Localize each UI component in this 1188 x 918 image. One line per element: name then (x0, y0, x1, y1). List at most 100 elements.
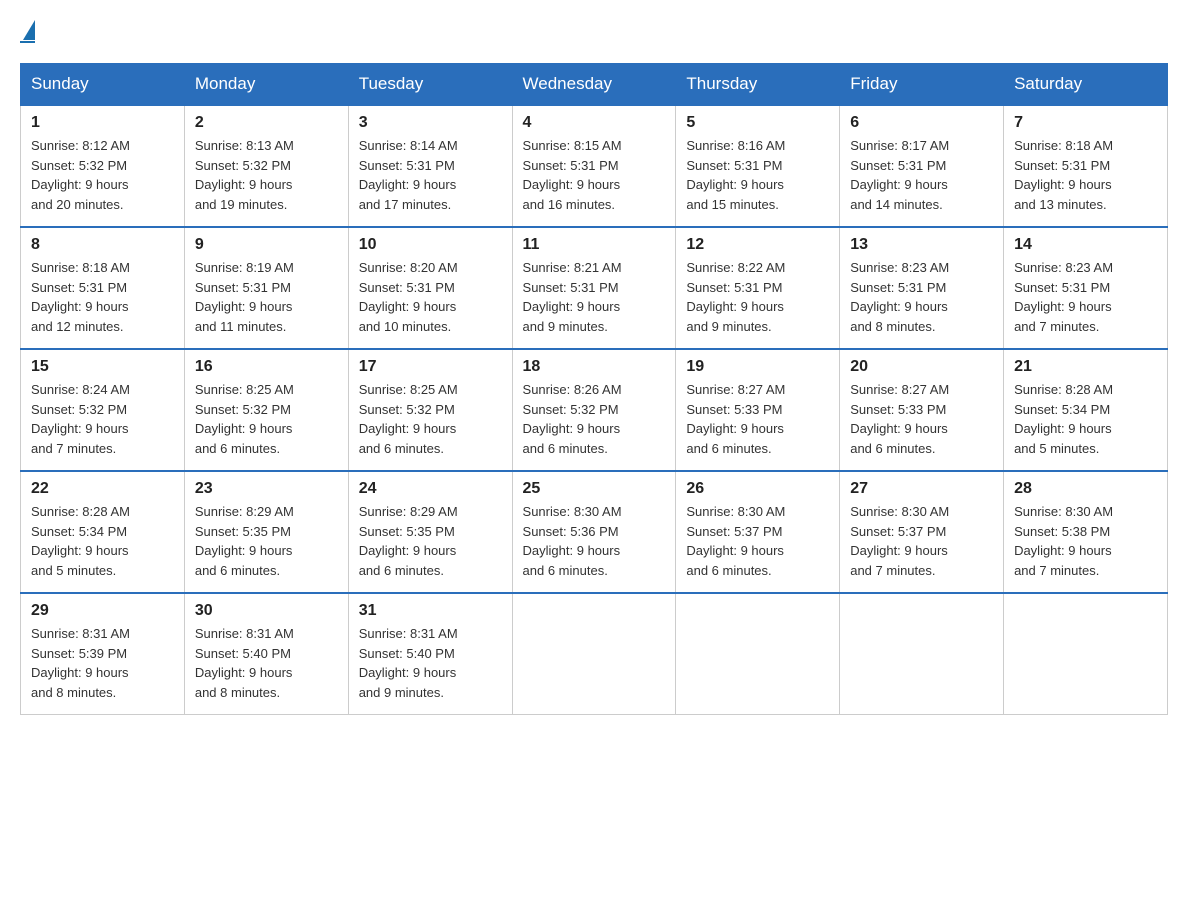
calendar-cell: 3 Sunrise: 8:14 AMSunset: 5:31 PMDayligh… (348, 105, 512, 227)
day-number: 9 (195, 236, 338, 254)
day-number: 28 (1014, 480, 1157, 498)
day-info: Sunrise: 8:26 AMSunset: 5:32 PMDaylight:… (523, 382, 622, 456)
logo-arrow-icon (23, 20, 35, 40)
calendar-cell: 16 Sunrise: 8:25 AMSunset: 5:32 PMDaylig… (184, 349, 348, 471)
day-info: Sunrise: 8:18 AMSunset: 5:31 PMDaylight:… (31, 260, 130, 334)
calendar-cell: 19 Sunrise: 8:27 AMSunset: 5:33 PMDaylig… (676, 349, 840, 471)
day-number: 14 (1014, 236, 1157, 254)
calendar-cell: 11 Sunrise: 8:21 AMSunset: 5:31 PMDaylig… (512, 227, 676, 349)
logo (20, 20, 35, 43)
day-info: Sunrise: 8:15 AMSunset: 5:31 PMDaylight:… (523, 138, 622, 212)
day-info: Sunrise: 8:23 AMSunset: 5:31 PMDaylight:… (850, 260, 949, 334)
day-info: Sunrise: 8:16 AMSunset: 5:31 PMDaylight:… (686, 138, 785, 212)
calendar-cell (512, 593, 676, 715)
day-info: Sunrise: 8:28 AMSunset: 5:34 PMDaylight:… (31, 504, 130, 578)
calendar-cell (676, 593, 840, 715)
day-number: 16 (195, 358, 338, 376)
calendar-cell: 25 Sunrise: 8:30 AMSunset: 5:36 PMDaylig… (512, 471, 676, 593)
day-info: Sunrise: 8:22 AMSunset: 5:31 PMDaylight:… (686, 260, 785, 334)
calendar-cell: 26 Sunrise: 8:30 AMSunset: 5:37 PMDaylig… (676, 471, 840, 593)
day-info: Sunrise: 8:17 AMSunset: 5:31 PMDaylight:… (850, 138, 949, 212)
week-row-2: 8 Sunrise: 8:18 AMSunset: 5:31 PMDayligh… (21, 227, 1168, 349)
day-number: 7 (1014, 114, 1157, 132)
day-info: Sunrise: 8:13 AMSunset: 5:32 PMDaylight:… (195, 138, 294, 212)
header (20, 20, 1168, 43)
calendar-table: SundayMondayTuesdayWednesdayThursdayFrid… (20, 63, 1168, 715)
day-number: 25 (523, 480, 666, 498)
weekday-header-friday: Friday (840, 64, 1004, 106)
calendar-cell: 15 Sunrise: 8:24 AMSunset: 5:32 PMDaylig… (21, 349, 185, 471)
day-number: 27 (850, 480, 993, 498)
calendar-cell: 29 Sunrise: 8:31 AMSunset: 5:39 PMDaylig… (21, 593, 185, 715)
calendar-cell: 23 Sunrise: 8:29 AMSunset: 5:35 PMDaylig… (184, 471, 348, 593)
week-row-4: 22 Sunrise: 8:28 AMSunset: 5:34 PMDaylig… (21, 471, 1168, 593)
day-info: Sunrise: 8:12 AMSunset: 5:32 PMDaylight:… (31, 138, 130, 212)
weekday-header-wednesday: Wednesday (512, 64, 676, 106)
day-info: Sunrise: 8:27 AMSunset: 5:33 PMDaylight:… (850, 382, 949, 456)
calendar-cell: 24 Sunrise: 8:29 AMSunset: 5:35 PMDaylig… (348, 471, 512, 593)
calendar-cell: 1 Sunrise: 8:12 AMSunset: 5:32 PMDayligh… (21, 105, 185, 227)
calendar-cell: 12 Sunrise: 8:22 AMSunset: 5:31 PMDaylig… (676, 227, 840, 349)
day-number: 8 (31, 236, 174, 254)
calendar-cell: 9 Sunrise: 8:19 AMSunset: 5:31 PMDayligh… (184, 227, 348, 349)
weekday-header-saturday: Saturday (1004, 64, 1168, 106)
day-number: 24 (359, 480, 502, 498)
calendar-cell: 14 Sunrise: 8:23 AMSunset: 5:31 PMDaylig… (1004, 227, 1168, 349)
day-info: Sunrise: 8:20 AMSunset: 5:31 PMDaylight:… (359, 260, 458, 334)
calendar-cell: 8 Sunrise: 8:18 AMSunset: 5:31 PMDayligh… (21, 227, 185, 349)
day-number: 19 (686, 358, 829, 376)
calendar-cell (1004, 593, 1168, 715)
day-number: 30 (195, 602, 338, 620)
day-info: Sunrise: 8:30 AMSunset: 5:36 PMDaylight:… (523, 504, 622, 578)
day-number: 20 (850, 358, 993, 376)
weekday-header-thursday: Thursday (676, 64, 840, 106)
week-row-3: 15 Sunrise: 8:24 AMSunset: 5:32 PMDaylig… (21, 349, 1168, 471)
day-number: 31 (359, 602, 502, 620)
day-info: Sunrise: 8:19 AMSunset: 5:31 PMDaylight:… (195, 260, 294, 334)
day-number: 10 (359, 236, 502, 254)
day-info: Sunrise: 8:29 AMSunset: 5:35 PMDaylight:… (195, 504, 294, 578)
calendar-cell: 10 Sunrise: 8:20 AMSunset: 5:31 PMDaylig… (348, 227, 512, 349)
day-number: 2 (195, 114, 338, 132)
day-info: Sunrise: 8:28 AMSunset: 5:34 PMDaylight:… (1014, 382, 1113, 456)
calendar-cell: 31 Sunrise: 8:31 AMSunset: 5:40 PMDaylig… (348, 593, 512, 715)
calendar-cell: 30 Sunrise: 8:31 AMSunset: 5:40 PMDaylig… (184, 593, 348, 715)
calendar-cell: 2 Sunrise: 8:13 AMSunset: 5:32 PMDayligh… (184, 105, 348, 227)
day-number: 26 (686, 480, 829, 498)
day-info: Sunrise: 8:30 AMSunset: 5:37 PMDaylight:… (850, 504, 949, 578)
calendar-cell: 13 Sunrise: 8:23 AMSunset: 5:31 PMDaylig… (840, 227, 1004, 349)
day-info: Sunrise: 8:21 AMSunset: 5:31 PMDaylight:… (523, 260, 622, 334)
day-number: 11 (523, 236, 666, 254)
week-row-5: 29 Sunrise: 8:31 AMSunset: 5:39 PMDaylig… (21, 593, 1168, 715)
day-info: Sunrise: 8:31 AMSunset: 5:40 PMDaylight:… (195, 626, 294, 700)
day-number: 18 (523, 358, 666, 376)
calendar-cell: 4 Sunrise: 8:15 AMSunset: 5:31 PMDayligh… (512, 105, 676, 227)
calendar-cell: 6 Sunrise: 8:17 AMSunset: 5:31 PMDayligh… (840, 105, 1004, 227)
day-info: Sunrise: 8:25 AMSunset: 5:32 PMDaylight:… (195, 382, 294, 456)
day-number: 23 (195, 480, 338, 498)
day-info: Sunrise: 8:30 AMSunset: 5:37 PMDaylight:… (686, 504, 785, 578)
day-info: Sunrise: 8:31 AMSunset: 5:40 PMDaylight:… (359, 626, 458, 700)
day-info: Sunrise: 8:29 AMSunset: 5:35 PMDaylight:… (359, 504, 458, 578)
day-info: Sunrise: 8:31 AMSunset: 5:39 PMDaylight:… (31, 626, 130, 700)
day-number: 6 (850, 114, 993, 132)
calendar-cell: 28 Sunrise: 8:30 AMSunset: 5:38 PMDaylig… (1004, 471, 1168, 593)
calendar-cell: 21 Sunrise: 8:28 AMSunset: 5:34 PMDaylig… (1004, 349, 1168, 471)
day-info: Sunrise: 8:18 AMSunset: 5:31 PMDaylight:… (1014, 138, 1113, 212)
calendar-cell: 5 Sunrise: 8:16 AMSunset: 5:31 PMDayligh… (676, 105, 840, 227)
day-number: 29 (31, 602, 174, 620)
day-number: 15 (31, 358, 174, 376)
weekday-header-monday: Monday (184, 64, 348, 106)
calendar-cell: 20 Sunrise: 8:27 AMSunset: 5:33 PMDaylig… (840, 349, 1004, 471)
weekday-header-row: SundayMondayTuesdayWednesdayThursdayFrid… (21, 64, 1168, 106)
day-info: Sunrise: 8:30 AMSunset: 5:38 PMDaylight:… (1014, 504, 1113, 578)
day-number: 13 (850, 236, 993, 254)
day-number: 1 (31, 114, 174, 132)
calendar-cell: 27 Sunrise: 8:30 AMSunset: 5:37 PMDaylig… (840, 471, 1004, 593)
day-info: Sunrise: 8:25 AMSunset: 5:32 PMDaylight:… (359, 382, 458, 456)
day-info: Sunrise: 8:14 AMSunset: 5:31 PMDaylight:… (359, 138, 458, 212)
day-info: Sunrise: 8:23 AMSunset: 5:31 PMDaylight:… (1014, 260, 1113, 334)
week-row-1: 1 Sunrise: 8:12 AMSunset: 5:32 PMDayligh… (21, 105, 1168, 227)
day-info: Sunrise: 8:24 AMSunset: 5:32 PMDaylight:… (31, 382, 130, 456)
calendar-cell: 17 Sunrise: 8:25 AMSunset: 5:32 PMDaylig… (348, 349, 512, 471)
